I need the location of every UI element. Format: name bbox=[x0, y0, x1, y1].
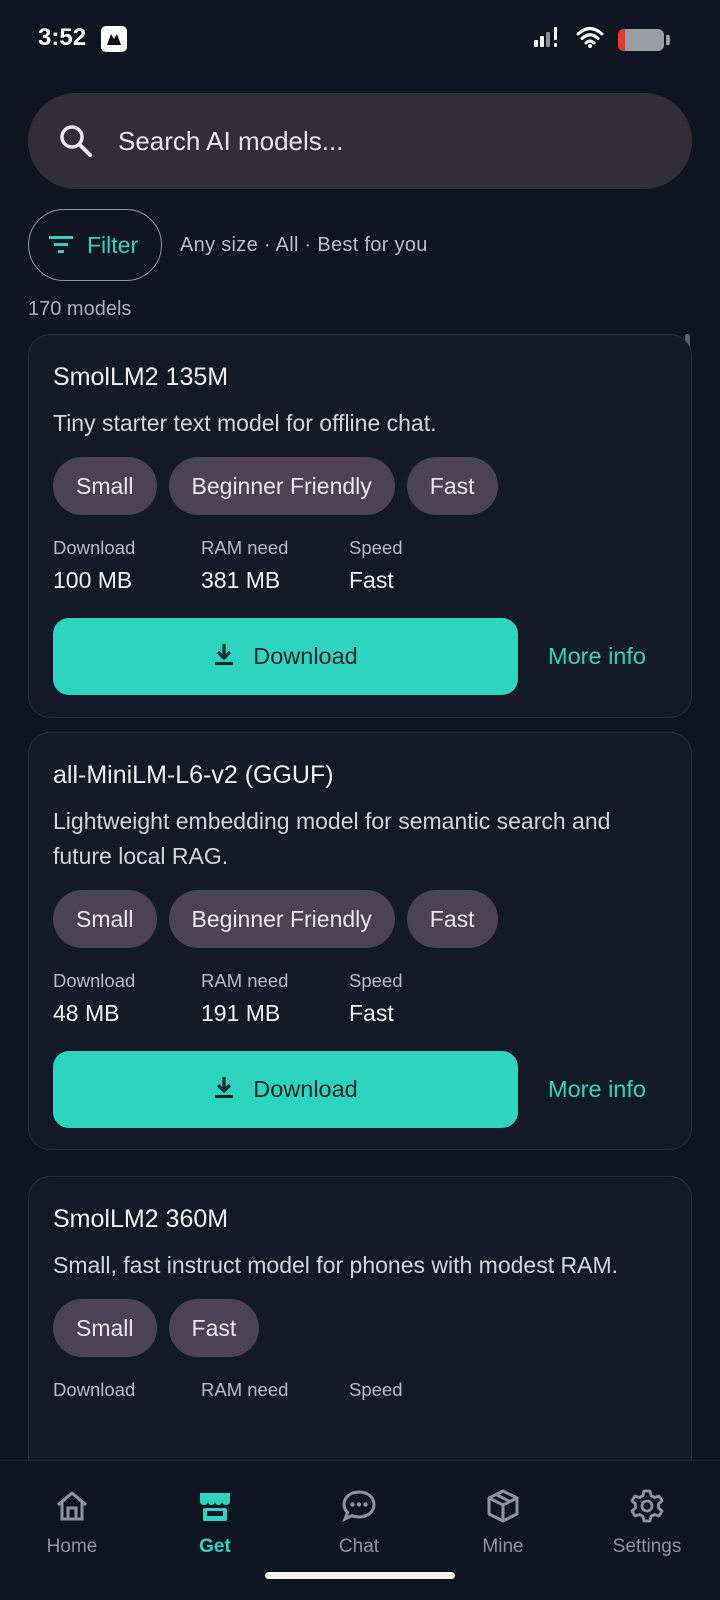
nav-chat[interactable]: Chat bbox=[299, 1487, 419, 1558]
status-bar: 3:52 bbox=[0, 0, 720, 80]
tag-chip: Beginner Friendly bbox=[168, 457, 395, 515]
signal-icon bbox=[534, 27, 562, 52]
download-button[interactable]: Download bbox=[53, 1051, 518, 1128]
tag-chip: Fast bbox=[168, 1299, 260, 1357]
filter-label: Filter bbox=[87, 231, 139, 258]
filter-icon bbox=[49, 232, 73, 259]
box-icon bbox=[484, 1487, 522, 1530]
ram-label: RAM need bbox=[201, 1379, 289, 1400]
bottom-nav: Home Get Chat Mine Settings bbox=[0, 1460, 720, 1600]
nav-chat-label: Chat bbox=[338, 1536, 380, 1557]
download-button-label: Download bbox=[253, 1076, 358, 1102]
model-description: Lightweight embedding model for semantic… bbox=[53, 808, 611, 869]
download-size-label: Download bbox=[53, 537, 136, 558]
speed-label: Speed bbox=[349, 970, 403, 991]
notification-app-icon bbox=[101, 26, 127, 52]
download-button[interactable]: Download bbox=[53, 618, 518, 695]
nav-mine[interactable]: Mine bbox=[443, 1487, 563, 1558]
download-icon bbox=[213, 642, 235, 672]
download-icon bbox=[213, 1075, 235, 1105]
filter-button[interactable]: Filter bbox=[28, 209, 162, 281]
nav-settings-label: Settings bbox=[612, 1536, 682, 1557]
model-list[interactable]: SmolLM2 135M Tiny starter text model for… bbox=[0, 334, 720, 1460]
tag-chip: Fast bbox=[406, 890, 498, 948]
speed-label: Speed bbox=[349, 537, 403, 558]
search-icon bbox=[58, 123, 94, 159]
home-indicator[interactable] bbox=[265, 1572, 455, 1579]
ram-label: RAM need bbox=[201, 537, 289, 558]
tag-chip: Beginner Friendly bbox=[168, 890, 395, 948]
model-card[interactable]: all-MiniLM-L6-v2 (GGUF) Lightweight embe… bbox=[28, 732, 692, 1150]
nav-get-label: Get bbox=[199, 1536, 231, 1557]
battery-icon bbox=[618, 28, 664, 51]
model-card[interactable]: SmolLM2 135M Tiny starter text model for… bbox=[28, 334, 692, 718]
filter-summary: Any size · All · Best for you bbox=[180, 233, 428, 256]
tag-chip: Small bbox=[53, 457, 157, 515]
ram-value: 381 MB bbox=[201, 567, 281, 593]
download-size-value: 48 MB bbox=[53, 1000, 120, 1026]
tag-chip: Small bbox=[53, 1299, 157, 1357]
nav-mine-label: Mine bbox=[482, 1536, 524, 1557]
model-name: all-MiniLM-L6-v2 (GGUF) bbox=[53, 761, 334, 789]
nav-home-label: Home bbox=[46, 1536, 98, 1557]
tag-chip: Small bbox=[53, 890, 157, 948]
download-size-label: Download bbox=[53, 970, 136, 991]
search-input[interactable]: Search AI models... bbox=[118, 126, 343, 157]
model-name: SmolLM2 360M bbox=[53, 1205, 229, 1233]
chat-icon bbox=[340, 1487, 378, 1530]
model-name: SmolLM2 135M bbox=[53, 363, 229, 391]
gear-icon bbox=[628, 1487, 666, 1530]
more-info-link[interactable]: More info bbox=[548, 1076, 646, 1103]
speed-value: Fast bbox=[349, 1000, 394, 1026]
search-bar[interactable]: Search AI models... bbox=[28, 93, 692, 189]
more-info-link[interactable]: More info bbox=[548, 643, 646, 670]
model-description: Tiny starter text model for offline chat… bbox=[53, 410, 437, 436]
nav-get[interactable]: Get bbox=[155, 1487, 275, 1558]
download-size-label: Download bbox=[53, 1379, 136, 1400]
store-icon bbox=[196, 1487, 234, 1530]
ram-label: RAM need bbox=[201, 970, 289, 991]
results-count: 170 models bbox=[28, 298, 132, 320]
home-icon bbox=[53, 1487, 91, 1530]
model-description: Small, fast instruct model for phones wi… bbox=[53, 1252, 618, 1278]
download-size-value: 100 MB bbox=[53, 567, 133, 593]
nav-home[interactable]: Home bbox=[12, 1487, 132, 1558]
speed-value: Fast bbox=[349, 567, 394, 593]
nav-settings[interactable]: Settings bbox=[587, 1487, 707, 1558]
speed-label: Speed bbox=[349, 1379, 403, 1400]
ram-value: 191 MB bbox=[201, 1000, 281, 1026]
status-time: 3:52 bbox=[38, 24, 87, 51]
download-button-label: Download bbox=[253, 643, 358, 669]
tag-chip: Fast bbox=[406, 457, 498, 515]
model-card[interactable]: SmolLM2 360M Small, fast instruct model … bbox=[28, 1176, 692, 1460]
wifi-icon bbox=[576, 26, 604, 53]
